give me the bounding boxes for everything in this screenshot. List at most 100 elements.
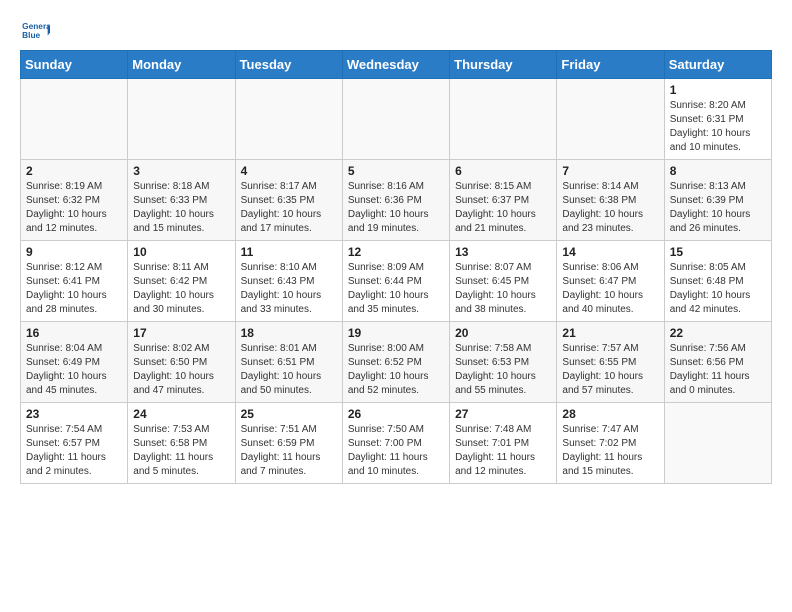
calendar-cell: 3 Sunrise: 8:18 AM Sunset: 6:33 PM Daylig… [128,160,235,241]
day-info: Sunrise: 7:56 AM Sunset: 6:56 PM Dayligh… [670,342,766,398]
day-info: Sunrise: 8:10 AM Sunset: 6:43 PM Dayligh… [241,261,337,317]
calendar-table: SundayMondayTuesdayWednesdayThursdayFrid… [20,50,772,484]
day-info: Sunrise: 7:54 AM Sunset: 6:57 PM Dayligh… [26,423,122,479]
calendar-cell: 19 Sunrise: 8:00 AM Sunset: 6:52 PM Dayli… [342,322,449,403]
day-info: Sunrise: 7:47 AM Sunset: 7:02 PM Dayligh… [562,423,658,479]
calendar-cell: 13 Sunrise: 8:07 AM Sunset: 6:45 PM Dayli… [450,241,557,322]
day-info: Sunrise: 7:51 AM Sunset: 6:59 PM Dayligh… [241,423,337,479]
calendar-cell: 11 Sunrise: 8:10 AM Sunset: 6:43 PM Dayli… [235,241,342,322]
day-info: Sunrise: 7:58 AM Sunset: 6:53 PM Dayligh… [455,342,551,398]
day-number: 2 [26,164,122,178]
day-number: 19 [348,326,444,340]
day-number: 11 [241,245,337,259]
day-info: Sunrise: 7:57 AM Sunset: 6:55 PM Dayligh… [562,342,658,398]
day-number: 10 [133,245,229,259]
day-number: 5 [348,164,444,178]
day-number: 3 [133,164,229,178]
day-number: 8 [670,164,766,178]
calendar-cell: 28 Sunrise: 7:47 AM Sunset: 7:02 PM Dayli… [557,403,664,484]
day-number: 13 [455,245,551,259]
day-info: Sunrise: 8:04 AM Sunset: 6:49 PM Dayligh… [26,342,122,398]
calendar-cell: 15 Sunrise: 8:05 AM Sunset: 6:48 PM Dayli… [664,241,771,322]
calendar-cell: 23 Sunrise: 7:54 AM Sunset: 6:57 PM Dayli… [21,403,128,484]
calendar-cell: 26 Sunrise: 7:50 AM Sunset: 7:00 PM Dayli… [342,403,449,484]
calendar-cell: 21Sunrise: 7:57 AM Sunset: 6:55 PM Dayli… [557,322,664,403]
calendar-cell: 6Sunrise: 8:15 AM Sunset: 6:37 PM Daylig… [450,160,557,241]
day-info: Sunrise: 8:11 AM Sunset: 6:42 PM Dayligh… [133,261,229,317]
day-number: 26 [348,407,444,421]
calendar-cell: 22 Sunrise: 7:56 AM Sunset: 6:56 PM Dayli… [664,322,771,403]
day-info: Sunrise: 8:14 AM Sunset: 6:38 PM Dayligh… [562,180,658,236]
calendar-cell: 4Sunrise: 8:17 AM Sunset: 6:35 PM Daylig… [235,160,342,241]
day-info: Sunrise: 8:05 AM Sunset: 6:48 PM Dayligh… [670,261,766,317]
day-info: Sunrise: 8:13 AM Sunset: 6:39 PM Dayligh… [670,180,766,236]
calendar-week-3: 9 Sunrise: 8:12 AM Sunset: 6:41 PM Daylig… [21,241,772,322]
day-info: Sunrise: 8:02 AM Sunset: 6:50 PM Dayligh… [133,342,229,398]
day-number: 4 [241,164,337,178]
day-info: Sunrise: 8:09 AM Sunset: 6:44 PM Dayligh… [348,261,444,317]
day-number: 12 [348,245,444,259]
calendar-week-4: 16 Sunrise: 8:04 AM Sunset: 6:49 PM Dayli… [21,322,772,403]
calendar-cell: 1 Sunrise: 8:20 AM Sunset: 6:31 PM Daylig… [664,79,771,160]
day-info: Sunrise: 8:00 AM Sunset: 6:52 PM Dayligh… [348,342,444,398]
calendar-cell: 24Sunrise: 7:53 AM Sunset: 6:58 PM Dayli… [128,403,235,484]
day-info: Sunrise: 8:19 AM Sunset: 6:32 PM Dayligh… [26,180,122,236]
col-header-saturday: Saturday [664,51,771,79]
day-info: Sunrise: 8:18 AM Sunset: 6:33 PM Dayligh… [133,180,229,236]
calendar-cell: 7 Sunrise: 8:14 AM Sunset: 6:38 PM Daylig… [557,160,664,241]
calendar-cell: 16 Sunrise: 8:04 AM Sunset: 6:49 PM Dayli… [21,322,128,403]
day-info: Sunrise: 8:12 AM Sunset: 6:41 PM Dayligh… [26,261,122,317]
day-number: 23 [26,407,122,421]
day-number: 16 [26,326,122,340]
col-header-monday: Monday [128,51,235,79]
day-number: 22 [670,326,766,340]
col-header-thursday: Thursday [450,51,557,79]
calendar-week-5: 23 Sunrise: 7:54 AM Sunset: 6:57 PM Dayli… [21,403,772,484]
calendar-cell: 27 Sunrise: 7:48 AM Sunset: 7:01 PM Dayli… [450,403,557,484]
day-number: 9 [26,245,122,259]
calendar-cell [128,79,235,160]
day-number: 7 [562,164,658,178]
day-number: 24 [133,407,229,421]
calendar-cell [664,403,771,484]
calendar-cell: 9 Sunrise: 8:12 AM Sunset: 6:41 PM Daylig… [21,241,128,322]
calendar-cell [21,79,128,160]
calendar-cell: 17 Sunrise: 8:02 AM Sunset: 6:50 PM Dayli… [128,322,235,403]
day-info: Sunrise: 7:48 AM Sunset: 7:01 PM Dayligh… [455,423,551,479]
calendar-cell: 10 Sunrise: 8:11 AM Sunset: 6:42 PM Dayli… [128,241,235,322]
day-number: 28 [562,407,658,421]
calendar-cell: 25 Sunrise: 7:51 AM Sunset: 6:59 PM Dayli… [235,403,342,484]
day-number: 17 [133,326,229,340]
calendar-cell: 12 Sunrise: 8:09 AM Sunset: 6:44 PM Dayli… [342,241,449,322]
col-header-tuesday: Tuesday [235,51,342,79]
col-header-sunday: Sunday [21,51,128,79]
day-number: 6 [455,164,551,178]
day-info: Sunrise: 8:07 AM Sunset: 6:45 PM Dayligh… [455,261,551,317]
calendar-week-1: 1 Sunrise: 8:20 AM Sunset: 6:31 PM Daylig… [21,79,772,160]
day-number: 27 [455,407,551,421]
calendar-cell [450,79,557,160]
day-number: 20 [455,326,551,340]
day-number: 25 [241,407,337,421]
calendar-cell: 8 Sunrise: 8:13 AM Sunset: 6:39 PM Daylig… [664,160,771,241]
day-number: 15 [670,245,766,259]
calendar-cell [235,79,342,160]
calendar-cell: 20 Sunrise: 7:58 AM Sunset: 6:53 PM Dayli… [450,322,557,403]
day-info: Sunrise: 8:06 AM Sunset: 6:47 PM Dayligh… [562,261,658,317]
day-info: Sunrise: 8:20 AM Sunset: 6:31 PM Dayligh… [670,99,766,155]
calendar-header-row: SundayMondayTuesdayWednesdayThursdayFrid… [21,51,772,79]
calendar-cell [557,79,664,160]
day-info: Sunrise: 7:50 AM Sunset: 7:00 PM Dayligh… [348,423,444,479]
day-number: 14 [562,245,658,259]
calendar-cell: 18 Sunrise: 8:01 AM Sunset: 6:51 PM Dayli… [235,322,342,403]
svg-text:Blue: Blue [22,30,40,40]
calendar-week-2: 2 Sunrise: 8:19 AM Sunset: 6:32 PM Daylig… [21,160,772,241]
day-number: 1 [670,83,766,97]
calendar-cell [342,79,449,160]
day-info: Sunrise: 8:01 AM Sunset: 6:51 PM Dayligh… [241,342,337,398]
calendar-cell: 2 Sunrise: 8:19 AM Sunset: 6:32 PM Daylig… [21,160,128,241]
calendar-cell: 14 Sunrise: 8:06 AM Sunset: 6:47 PM Dayli… [557,241,664,322]
day-info: Sunrise: 8:16 AM Sunset: 6:36 PM Dayligh… [348,180,444,236]
day-number: 18 [241,326,337,340]
col-header-wednesday: Wednesday [342,51,449,79]
